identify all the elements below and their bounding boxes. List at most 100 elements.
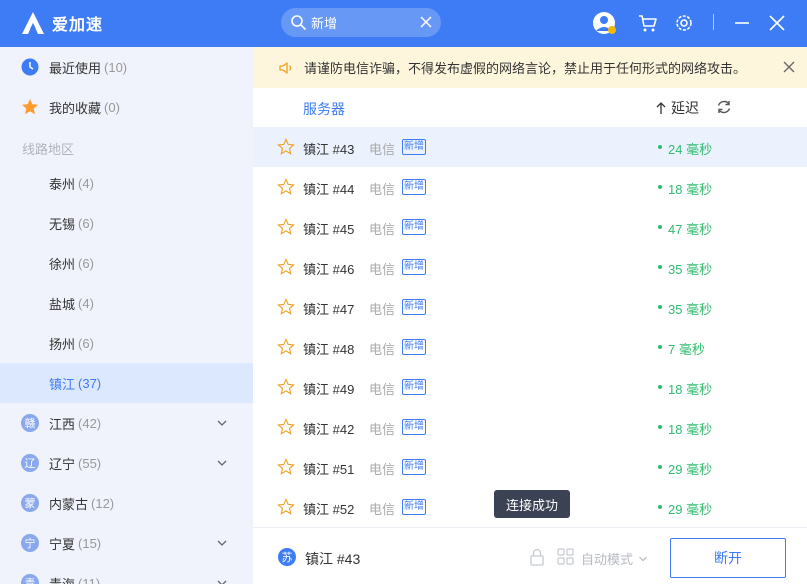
server-isp: 电信: [369, 222, 396, 237]
sidebar-item-label: 泰州: [49, 176, 76, 192]
toolbar-divider: [713, 14, 714, 30]
star-outline-icon[interactable]: [277, 258, 295, 276]
server-name: 镇江 #44: [303, 182, 355, 197]
app-name: 爱加速: [52, 17, 104, 34]
star-outline-icon[interactable]: [277, 498, 295, 516]
search-box[interactable]: [281, 8, 441, 37]
server-name: 镇江 #46: [303, 262, 355, 277]
sidebar-item-label: 徐州: [49, 256, 76, 272]
server-name: 镇江 #49: [303, 382, 355, 397]
server-latency: 18 毫秒: [668, 382, 713, 397]
server-latency: 24 毫秒: [668, 142, 713, 157]
sidebar-item-label: 盐城: [49, 296, 76, 312]
new-badge: 新增: [402, 259, 426, 275]
chevron-down-icon: [217, 420, 227, 426]
sidebar-item-city[interactable]: 扬州 (6): [0, 323, 253, 363]
sidebar-item-count: (15): [78, 535, 102, 551]
server-name: 镇江 #47: [303, 302, 355, 317]
sidebar-item-label: 扬州: [49, 336, 76, 352]
star-outline-icon[interactable]: [277, 138, 295, 156]
star-outline-icon[interactable]: [277, 338, 295, 356]
sidebar-item-province[interactable]: 辽 辽宁 (55): [0, 443, 253, 483]
sidebar-item-province[interactable]: 青 青海 (11): [0, 563, 253, 584]
status-dot: [658, 465, 662, 469]
close-notice-icon[interactable]: [783, 61, 795, 73]
chevron-down-icon: [217, 580, 227, 584]
province-badge: 青: [21, 574, 39, 584]
server-isp: 电信: [369, 462, 396, 477]
minimize-icon[interactable]: [730, 11, 754, 35]
refresh-icon[interactable]: [716, 99, 732, 115]
server-row[interactable]: 镇江 #49 电信 新增 18 毫秒: [253, 367, 807, 407]
sidebar-item-city[interactable]: 泰州 (4): [0, 163, 253, 203]
status-dot: [658, 385, 662, 389]
mode-selector[interactable]: 自动模式: [581, 549, 648, 568]
new-badge: 新增: [402, 499, 426, 515]
sidebar-item-count: (37): [78, 375, 102, 391]
server-isp: 电信: [369, 142, 396, 157]
clear-search-icon[interactable]: [419, 15, 433, 29]
sort-arrow-up-icon: [656, 102, 666, 114]
server-latency: 18 毫秒: [668, 182, 713, 197]
sidebar-item-province[interactable]: 赣 江西 (42): [0, 403, 253, 443]
server-isp: 电信: [369, 302, 396, 317]
lock-icon[interactable]: [529, 548, 545, 566]
sidebar-item-count: (12): [91, 495, 115, 511]
region-badge: 苏: [278, 548, 296, 566]
sidebar-item-count: (10): [104, 59, 128, 75]
disconnect-button[interactable]: 断开: [670, 538, 786, 578]
sidebar-item-city[interactable]: 徐州 (6): [0, 243, 253, 283]
star-outline-icon[interactable]: [277, 458, 295, 476]
server-row-selected[interactable]: 镇江 #43 电信 新增 24 毫秒: [253, 127, 807, 167]
status-dot: [658, 505, 662, 509]
close-window-icon[interactable]: [765, 11, 789, 35]
connection-bar: 苏 镇江 #43 自动模式 断开: [253, 527, 807, 584]
cart-icon[interactable]: [636, 11, 660, 35]
star-outline-icon[interactable]: [277, 298, 295, 316]
sidebar-item-label: 最近使用: [49, 60, 102, 76]
chevron-down-icon: [217, 460, 227, 466]
sidebar-item-favorites[interactable]: 我的收藏 (0): [0, 87, 253, 127]
sidebar-item-label: 内蒙古: [49, 496, 89, 512]
server-isp: 电信: [369, 422, 396, 437]
sidebar-item-city-active[interactable]: 镇江 (37): [0, 363, 253, 403]
status-dot: [658, 225, 662, 229]
mode-label: 自动模式: [581, 552, 634, 567]
server-name: 镇江 #45: [303, 222, 355, 237]
server-isp: 电信: [369, 262, 396, 277]
sidebar-item-count: (6): [78, 335, 94, 351]
sidebar-item-province[interactable]: 宁 宁夏 (15): [0, 523, 253, 563]
star-outline-icon[interactable]: [277, 378, 295, 396]
server-row[interactable]: 镇江 #46 电信 新增 35 毫秒: [253, 247, 807, 287]
status-dot: [658, 145, 662, 149]
sidebar-item-count: (11): [78, 575, 101, 584]
star-outline-icon[interactable]: [277, 218, 295, 236]
settings-gear-icon[interactable]: [672, 11, 696, 35]
server-row[interactable]: 镇江 #48 电信 新增 7 毫秒: [253, 327, 807, 367]
new-badge: 新增: [402, 419, 426, 435]
status-dot: [658, 305, 662, 309]
new-badge: 新增: [402, 219, 426, 235]
sidebar-item-recent[interactable]: 最近使用 (10): [0, 47, 253, 87]
sidebar-item-city[interactable]: 盐城 (4): [0, 283, 253, 323]
server-row[interactable]: 镇江 #47 电信 新增 35 毫秒: [253, 287, 807, 327]
title-bar: 爱加速: [0, 0, 807, 47]
search-input[interactable]: [311, 12, 411, 33]
server-name: 镇江 #42: [303, 422, 355, 437]
new-badge: 新增: [402, 339, 426, 355]
server-row[interactable]: 镇江 #44 电信 新增 18 毫秒: [253, 167, 807, 207]
sidebar-item-label: 辽宁: [49, 456, 76, 472]
star-outline-icon[interactable]: [277, 178, 295, 196]
server-row[interactable]: 镇江 #45 电信 新增 47 毫秒: [253, 207, 807, 247]
star-outline-icon[interactable]: [277, 418, 295, 436]
column-header-latency[interactable]: 延迟: [655, 98, 699, 118]
connection-success-tooltip: 连接成功: [494, 490, 570, 518]
sidebar-item-city[interactable]: 无锡 (6): [0, 203, 253, 243]
user-avatar-icon[interactable]: [592, 11, 616, 35]
column-header-server[interactable]: 服务器: [303, 99, 345, 119]
sidebar-item-province[interactable]: 蒙 内蒙古 (12): [0, 483, 253, 523]
server-latency: 35 毫秒: [668, 302, 713, 317]
server-row[interactable]: 镇江 #51 电信 新增 29 毫秒: [253, 447, 807, 487]
server-row[interactable]: 镇江 #42 电信 新增 18 毫秒: [253, 407, 807, 447]
speaker-icon: [279, 61, 292, 74]
